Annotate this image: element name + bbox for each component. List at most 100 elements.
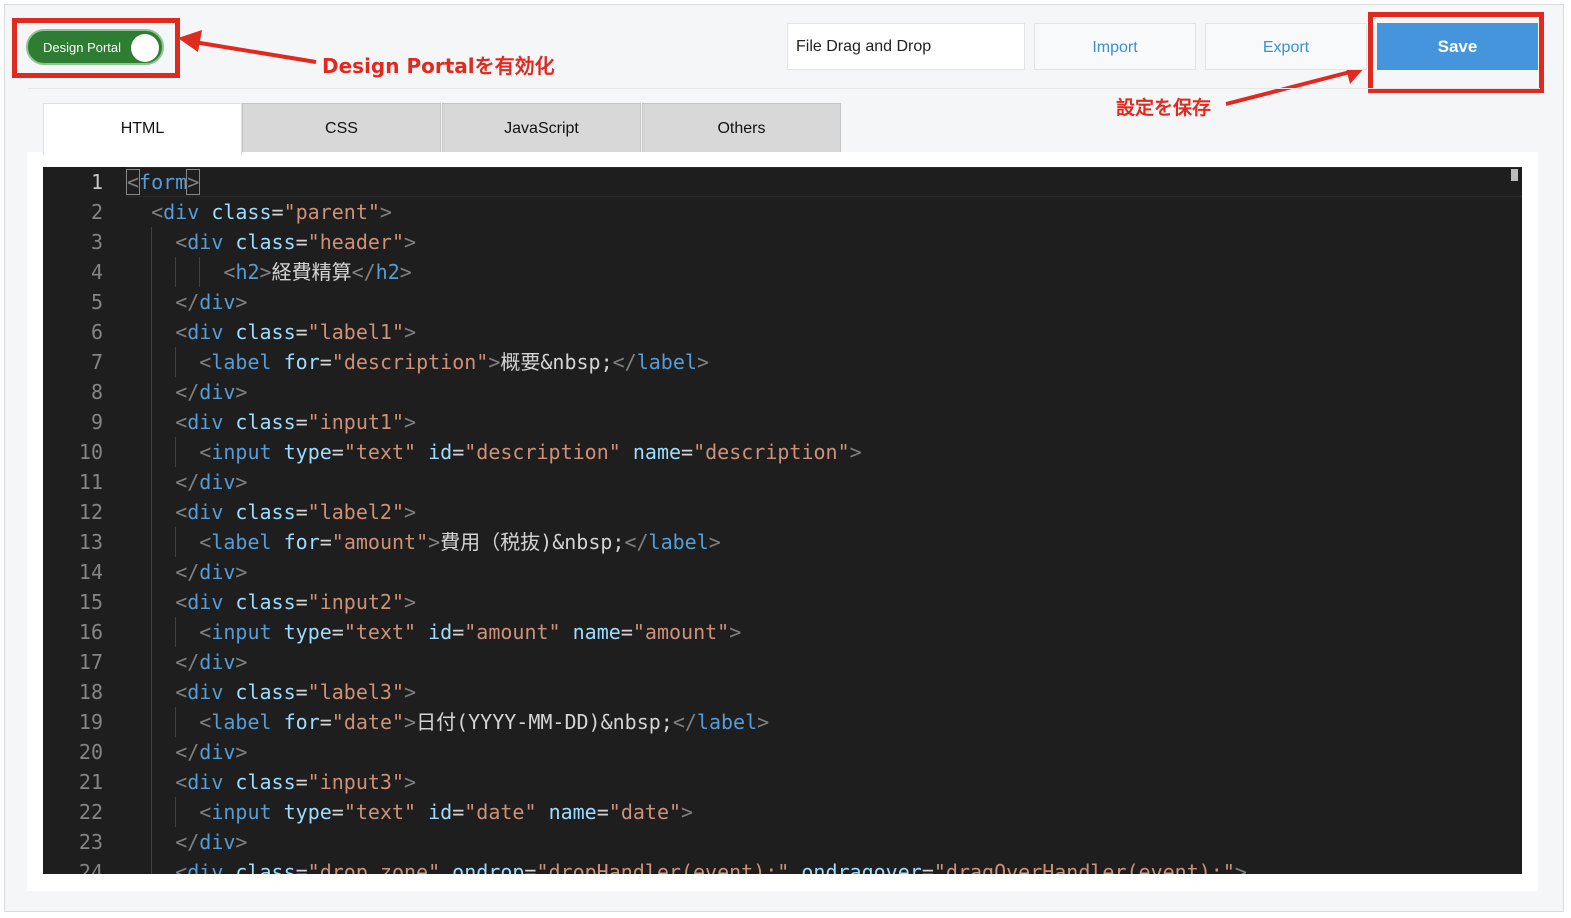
code-line[interactable]: 20 </div>	[43, 737, 1522, 767]
code-line[interactable]: 23 </div>	[43, 827, 1522, 857]
line-number: 2	[90, 200, 103, 224]
save-highlight-box	[1368, 12, 1544, 93]
code-line[interactable]: 8 </div>	[43, 377, 1522, 407]
indent-guide	[151, 617, 153, 647]
tab-html[interactable]: HTML	[43, 103, 242, 155]
editor-scrollbar[interactable]	[1511, 169, 1518, 181]
indent-guide	[151, 797, 153, 827]
code-text: <label for="date">日付(YYYY-MM-DD)&nbsp;</…	[199, 710, 770, 734]
code-editor[interactable]: 1 <form> 2 <div class="parent"> 3 <div class=…	[43, 167, 1522, 874]
line-number: 1	[90, 170, 103, 194]
code-text: </div>	[175, 650, 248, 674]
line-number: 24	[78, 860, 103, 874]
line-number: 4	[90, 260, 103, 284]
code-line[interactable]: 4 <h2>経費精算</h2>	[43, 257, 1522, 287]
code-line[interactable]: 9 <div class="input1">	[43, 407, 1522, 437]
line-number: 18	[78, 680, 103, 704]
code-line[interactable]: 14 </div>	[43, 557, 1522, 587]
indent-guide	[199, 257, 201, 287]
code-text: </div>	[175, 560, 248, 584]
code-text: </div>	[175, 740, 248, 764]
tab-others[interactable]: Others	[642, 103, 841, 152]
indent-guide	[151, 437, 153, 467]
line-number: 17	[78, 650, 103, 674]
line-number: 11	[78, 470, 103, 494]
indent-guide	[151, 497, 153, 527]
line-number: 19	[78, 710, 103, 734]
code-text: <h2>経費精算</h2>	[223, 260, 412, 284]
indent-guide	[151, 227, 153, 257]
current-line-highlight	[127, 167, 1522, 197]
indent-guide	[151, 317, 153, 347]
line-number: 22	[78, 800, 103, 824]
indent-guide	[175, 797, 177, 827]
line-number: 23	[78, 830, 103, 854]
line-number: 7	[90, 350, 103, 374]
indent-guide	[151, 557, 153, 587]
indent-guide	[151, 737, 153, 767]
indent-guide	[151, 827, 153, 857]
code-text: </div>	[175, 470, 248, 494]
code-line[interactable]: 13 <label for="amount">費用（税抜)&nbsp;</labe…	[43, 527, 1522, 557]
line-number: 16	[78, 620, 103, 644]
code-line[interactable]: 2 <div class="parent">	[43, 197, 1522, 227]
code-text: <label for="description">概要&nbsp;</label…	[199, 350, 709, 374]
indent-guide	[151, 707, 153, 737]
code-text: <form>	[125, 169, 201, 195]
code-line[interactable]: 6 <div class="label1">	[43, 317, 1522, 347]
code-line[interactable]: 21 <div class="input3">	[43, 767, 1522, 797]
code-line[interactable]: 3 <div class="header">	[43, 227, 1522, 257]
indent-guide	[151, 287, 153, 317]
indent-guide	[151, 587, 153, 617]
line-number: 6	[90, 320, 103, 344]
toggle-highlight-box	[12, 18, 180, 78]
code-line[interactable]: 1 <form>	[43, 167, 1522, 197]
indent-guide	[151, 257, 153, 287]
line-number: 5	[90, 290, 103, 314]
code-line[interactable]: 5 </div>	[43, 287, 1522, 317]
code-text: <input type="text" id="date" name="date"…	[199, 800, 694, 824]
code-line[interactable]: 12 <div class="label2">	[43, 497, 1522, 527]
code-text: <div class="label3">	[175, 680, 417, 704]
code-text: <div class="input1">	[175, 410, 417, 434]
code-text: <input type="text" id="description" name…	[199, 440, 862, 464]
indent-guide	[175, 617, 177, 647]
code-text: </div>	[175, 290, 248, 314]
code-text: <div class="drop_zone" ondrop="dropHandl…	[175, 860, 1247, 874]
code-line[interactable]: 15 <div class="input2">	[43, 587, 1522, 617]
indent-guide	[151, 857, 153, 874]
indent-guide	[151, 677, 153, 707]
import-button[interactable]: Import	[1034, 23, 1196, 70]
file-drop-zone[interactable]: File Drag and Drop	[787, 23, 1025, 70]
code-line[interactable]: 11 </div>	[43, 467, 1522, 497]
line-number: 9	[90, 410, 103, 434]
line-number: 12	[78, 500, 103, 524]
code-line[interactable]: 19 <label for="date">日付(YYYY-MM-DD)&nbsp;…	[43, 707, 1522, 737]
code-text: <label for="amount">費用（税抜)&nbsp;</label>	[199, 530, 721, 554]
code-text: <div class="input2">	[175, 590, 417, 614]
indent-guide	[175, 527, 177, 557]
code-text: </div>	[175, 380, 248, 404]
code-text: <div class="header">	[175, 230, 417, 254]
indent-guide	[175, 437, 177, 467]
line-number: 8	[90, 380, 103, 404]
line-number: 20	[78, 740, 103, 764]
line-number: 3	[90, 230, 103, 254]
code-text: </div>	[175, 830, 248, 854]
code-line[interactable]: 24 <div class="drop_zone" ondrop="dropHan…	[43, 857, 1522, 874]
code-line[interactable]: 16 <input type="text" id="amount" name="a…	[43, 617, 1522, 647]
line-number: 21	[78, 770, 103, 794]
indent-guide	[175, 707, 177, 737]
line-number: 15	[78, 590, 103, 614]
code-line[interactable]: 18 <div class="label3">	[43, 677, 1522, 707]
code-line[interactable]: 7 <label for="description">概要&nbsp;</labe…	[43, 347, 1522, 377]
tab-css[interactable]: CSS	[242, 103, 441, 152]
code-text: <input type="text" id="amount" name="amo…	[199, 620, 742, 644]
indent-guide	[151, 467, 153, 497]
indent-guide	[175, 257, 177, 287]
code-line[interactable]: 10 <input type="text" id="description" na…	[43, 437, 1522, 467]
tab-javascript[interactable]: JavaScript	[442, 103, 641, 152]
code-line[interactable]: 22 <input type="text" id="date" name="dat…	[43, 797, 1522, 827]
export-button[interactable]: Export	[1205, 23, 1367, 70]
code-line[interactable]: 17 </div>	[43, 647, 1522, 677]
